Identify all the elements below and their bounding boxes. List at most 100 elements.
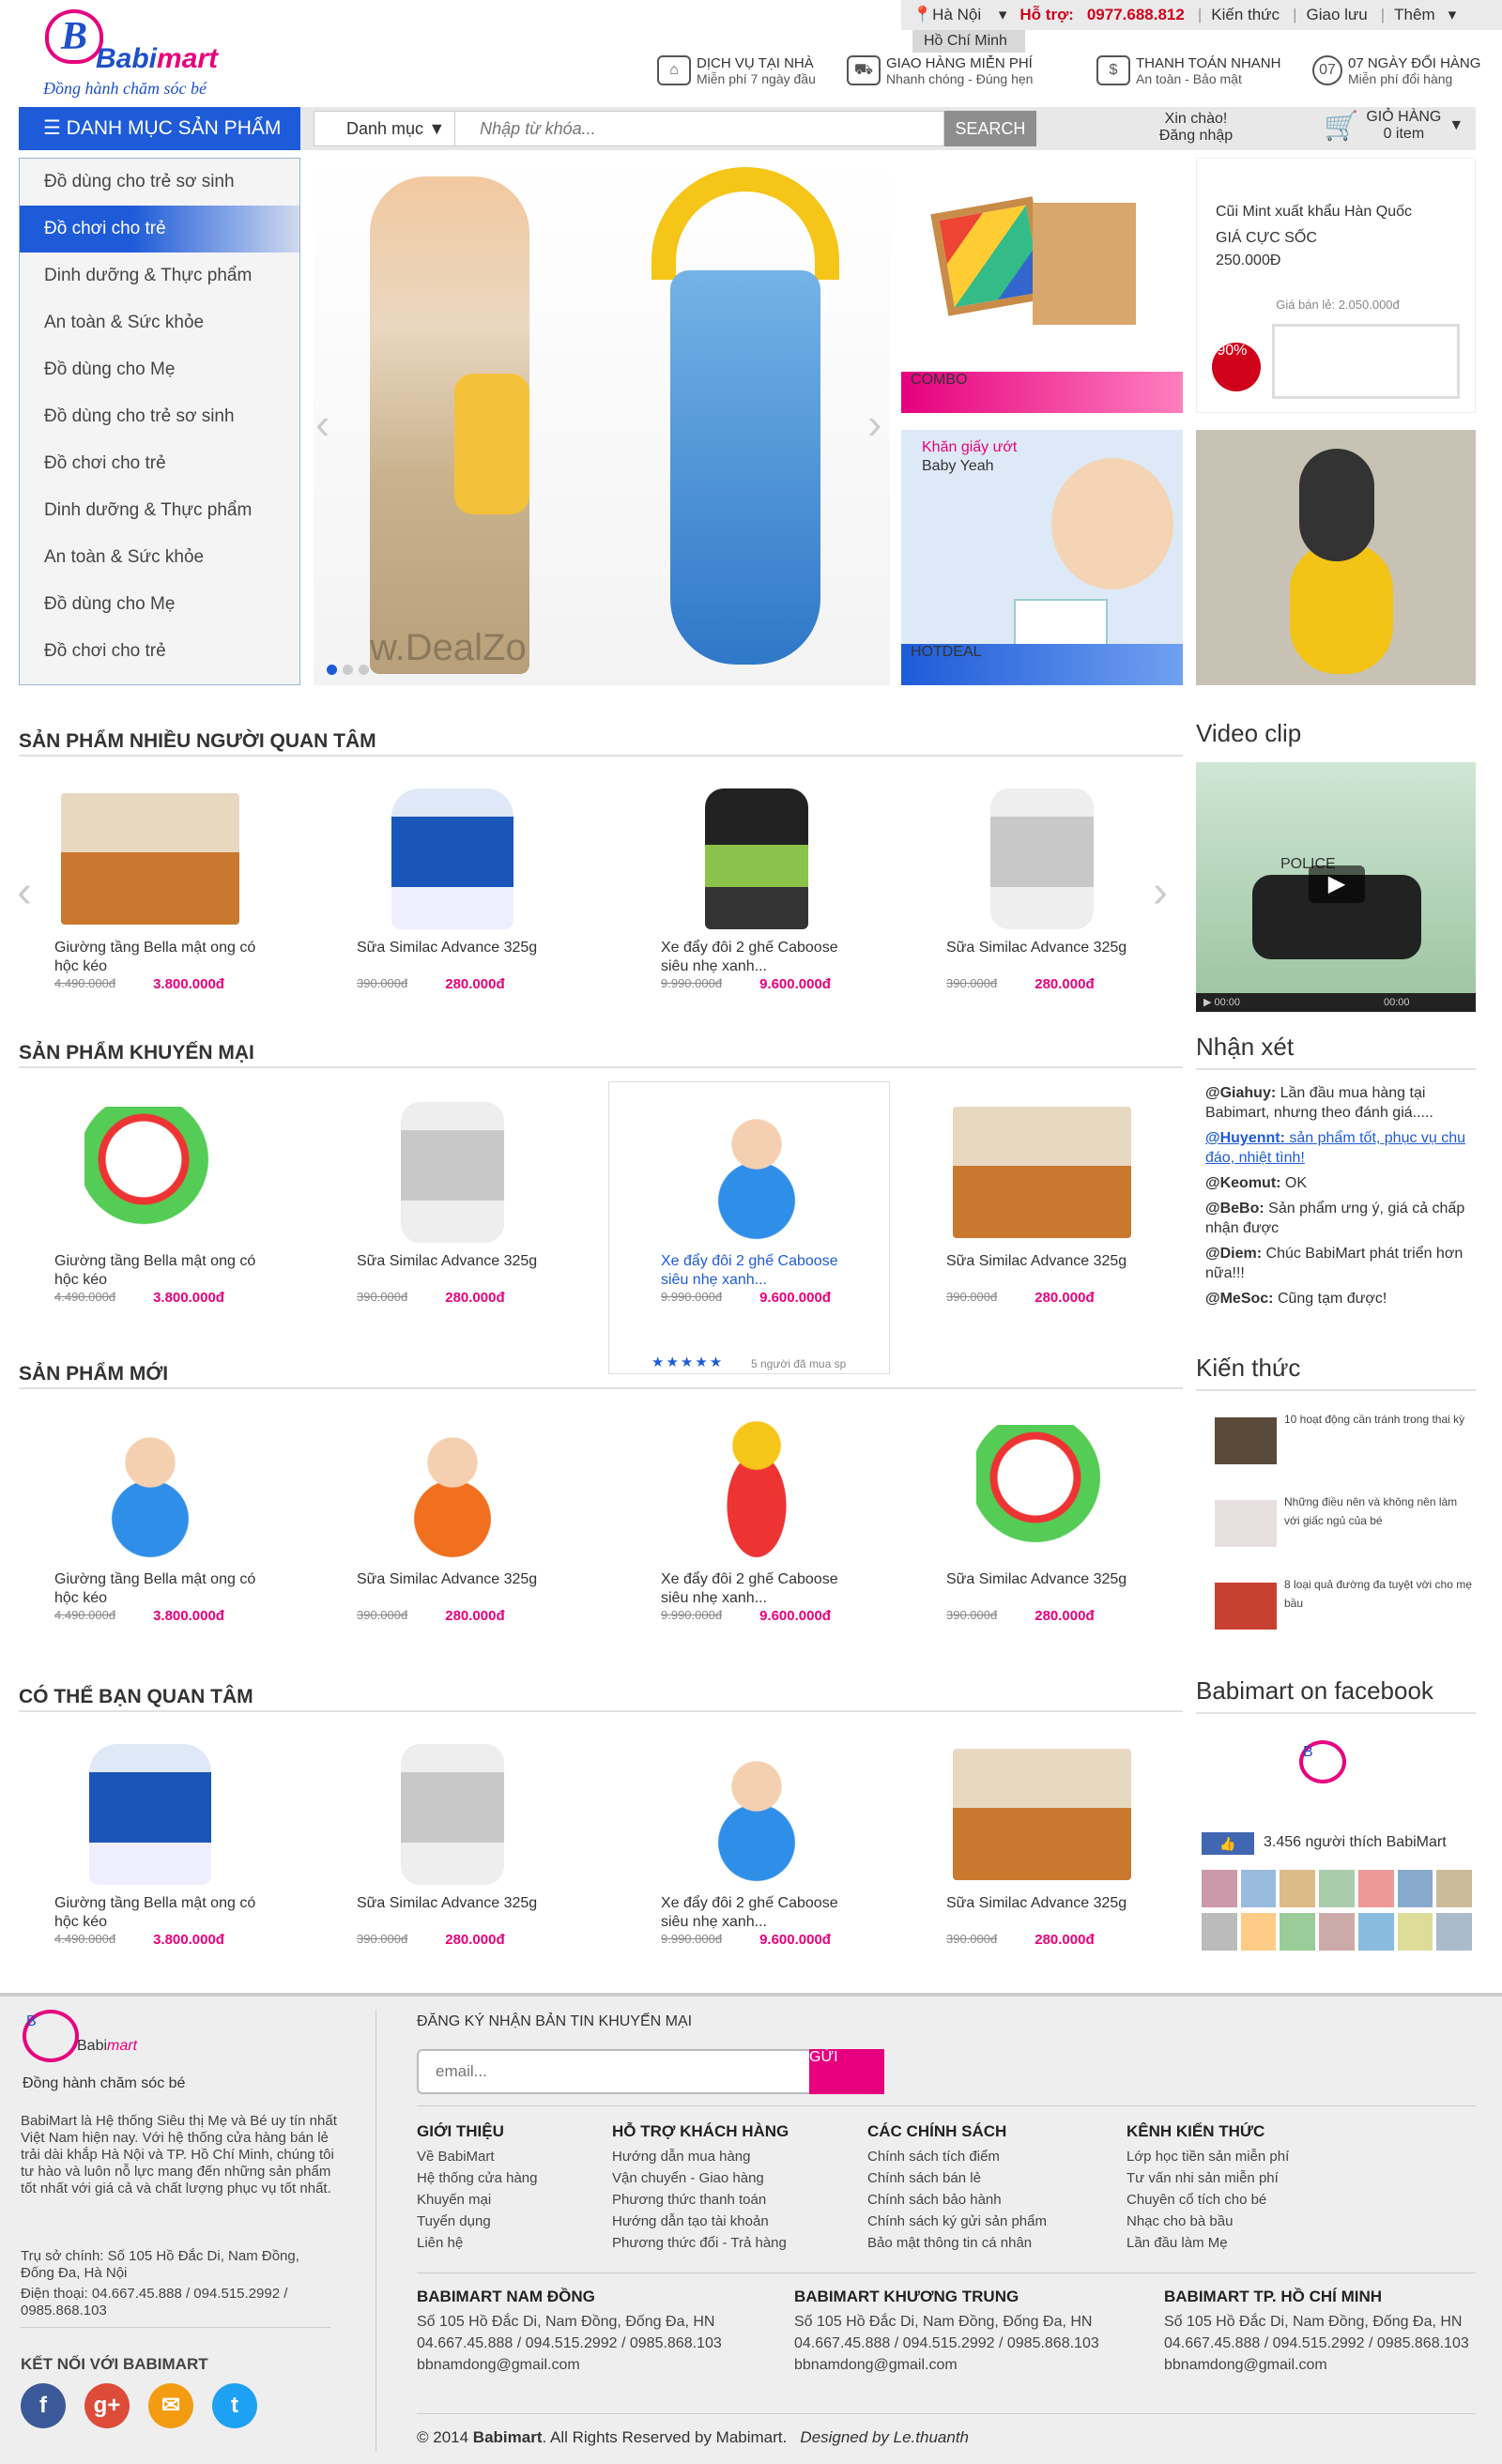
product-image[interactable]: [929, 1735, 1155, 1894]
footer-link[interactable]: Khuyến mại: [417, 2189, 537, 2211]
product-image[interactable]: [340, 1411, 565, 1570]
carousel-next-icon[interactable]: ›: [1153, 869, 1181, 916]
fan-avatar[interactable]: [1280, 1913, 1316, 1951]
slider-prev-icon[interactable]: ‹: [315, 398, 330, 449]
product-card[interactable]: Xe đẩy đôi 2 ghế Caboose siêu nhẹ xanh..…: [644, 1093, 869, 1306]
cart-button[interactable]: 🛒 GIỎ HÀNG 0 item ▼: [1324, 109, 1464, 143]
facebook-icon[interactable]: f: [21, 2383, 66, 2428]
product-card[interactable]: Giường tầng Bella mật ong có hộc kéo 4.49…: [38, 1411, 263, 1624]
backpack-banner[interactable]: [1196, 430, 1476, 685]
fan-avatar[interactable]: [1240, 1913, 1277, 1951]
product-image[interactable]: [644, 1735, 869, 1894]
store-email[interactable]: bbnamdong@gmail.com: [794, 2354, 1099, 2376]
support-phone[interactable]: 0977.688.812: [1087, 6, 1185, 24]
fan-avatar[interactable]: [1240, 1870, 1277, 1907]
product-image[interactable]: [644, 1411, 869, 1570]
product-name[interactable]: Sữa Similac Advance 325g: [340, 939, 565, 976]
knowledge-thumb[interactable]: [1215, 1583, 1277, 1630]
sidebar-item[interactable]: Đồ dùng cho trẻ sơ sinh: [20, 393, 299, 440]
product-image[interactable]: [644, 779, 869, 939]
login-link[interactable]: Xin chào! Đăng nhập: [1149, 111, 1243, 145]
product-card[interactable]: Sữa Similac Advance 325g 390.000đ 280.000đ: [929, 1411, 1155, 1624]
product-card[interactable]: Sữa Similac Advance 325g 390.000đ 280.000đ: [929, 779, 1155, 992]
main-slider[interactable]: w.DealZo ‹ ›: [314, 158, 890, 685]
slider-next-icon[interactable]: ›: [867, 398, 881, 449]
product-name[interactable]: Sữa Similac Advance 325g: [340, 1252, 565, 1290]
newsletter-email-input[interactable]: [417, 2049, 811, 2094]
footer-link[interactable]: Phương thức đổi - Trả hàng: [612, 2232, 789, 2254]
footer-link[interactable]: Chính sách bảo hành: [867, 2189, 1047, 2211]
product-card[interactable]: Sữa Similac Advance 325g 390.000đ 280.000đ: [340, 1093, 565, 1306]
footer-link[interactable]: Phương thức thanh toán: [612, 2189, 789, 2211]
product-name[interactable]: Giường tầng Bella mật ong có hộc kéo: [38, 1570, 263, 1608]
footer-link[interactable]: Chuyên cổ tích cho bé: [1126, 2189, 1289, 2211]
sidebar-item[interactable]: Đồ chơi cho trẻ: [20, 206, 299, 253]
footer-link[interactable]: Chính sách ký gửi sản phẩm: [867, 2211, 1047, 2232]
knowledge-thumb[interactable]: [1215, 1417, 1277, 1464]
product-name[interactable]: Sữa Similac Advance 325g: [929, 939, 1155, 976]
search-category-select[interactable]: Danh mục ▼: [314, 111, 456, 146]
comment-item[interactable]: @Huyennt: sản phẩm tốt, phục vụ chu đáo,…: [1205, 1128, 1476, 1168]
sidebar-item[interactable]: Đồ dùng cho Mẹ: [20, 581, 299, 628]
product-name[interactable]: Xe đẩy đôi 2 ghế Caboose siêu nhẹ xanh..…: [644, 939, 869, 976]
product-name[interactable]: Xe đẩy đôi 2 ghế Caboose siêu nhẹ xanh..…: [644, 1252, 869, 1290]
service-payment[interactable]: $ THANH TOÁN NHANH An toàn - Bảo mật: [1096, 49, 1280, 92]
city-select[interactable]: 📍Hà Nội ▾: [912, 6, 1006, 24]
product-name[interactable]: Giường tầng Bella mật ong có hộc kéo: [38, 1894, 263, 1932]
product-card[interactable]: Xe đẩy đôi 2 ghế Caboose siêu nhẹ xanh..…: [644, 1411, 869, 1624]
fan-avatar[interactable]: [1397, 1913, 1433, 1951]
link-more[interactable]: Thêm: [1394, 6, 1434, 24]
sidebar-item[interactable]: An toàn & Sức khỏe: [20, 299, 299, 346]
knowledge-link[interactable]: 10 hoạt động cần tránh trong thai kỳ: [1284, 1410, 1476, 1429]
product-card[interactable]: Giường tầng Bella mật ong có hộc kéo 4.49…: [38, 779, 263, 992]
footer-logo[interactable]: B Babimart Đồng hành chăm sóc bé: [19, 2010, 216, 2104]
service-delivery[interactable]: ⛟ GIAO HÀNG MIỄN PHÍ Nhanh chóng - Đúng hẹ…: [847, 49, 1033, 92]
footer-link[interactable]: Hướng dẫn tạo tài khoản: [612, 2211, 789, 2232]
product-name[interactable]: Sữa Similac Advance 325g: [929, 1894, 1155, 1932]
video-player[interactable]: POLICE ▶ ▶ 00:00 00:00: [1196, 762, 1476, 1012]
footer-link[interactable]: Lần đầu làm Mẹ: [1126, 2232, 1289, 2254]
sidebar-item[interactable]: An toàn & Sức khỏe: [20, 534, 299, 581]
footer-link[interactable]: Hệ thống cửa hàng: [417, 2167, 537, 2189]
product-card[interactable]: Sữa Similac Advance 325g 390.000đ 280.000đ: [929, 1093, 1155, 1306]
product-card[interactable]: Sữa Similac Advance 325g 390.000đ 280.000đ: [340, 1411, 565, 1624]
link-exchange[interactable]: Giao lưu: [1306, 6, 1367, 24]
product-image[interactable]: [929, 1411, 1155, 1570]
product-image[interactable]: [340, 1093, 565, 1252]
knowledge-link[interactable]: 8 loại quả đường đa tuyệt vời cho mẹ bầu: [1284, 1575, 1476, 1613]
fan-avatar[interactable]: [1357, 1913, 1394, 1951]
service-exchange[interactable]: 07 07 NGÀY ĐỔI HÀNG Miễn phí đổi hàng: [1312, 49, 1480, 92]
store-email[interactable]: bbnamdong@gmail.com: [417, 2354, 722, 2376]
product-image[interactable]: [38, 1735, 263, 1894]
combo-banner[interactable]: COMBO: [901, 158, 1183, 413]
product-name[interactable]: Sữa Similac Advance 325g: [340, 1894, 565, 1932]
product-name[interactable]: Xe đẩy đôi 2 ghế Caboose siêu nhẹ xanh..…: [644, 1894, 869, 1932]
footer-link[interactable]: Nhạc cho bà bầu: [1126, 2211, 1289, 2232]
fan-avatar[interactable]: [1397, 1870, 1433, 1907]
fan-avatar[interactable]: [1280, 1870, 1316, 1907]
sidebar-item[interactable]: Đồ chơi cho trẻ: [20, 440, 299, 487]
product-card[interactable]: Xe đẩy đôi 2 ghế Caboose siêu nhẹ xanh..…: [644, 1735, 869, 1948]
fan-avatar[interactable]: [1436, 1870, 1472, 1907]
product-card[interactable]: Xe đẩy đôi 2 ghế Caboose siêu nhẹ xanh..…: [644, 779, 869, 992]
comment-item[interactable]: @Giahuy: Lần đầu mua hàng tại Babimart, …: [1205, 1083, 1476, 1123]
sidebar-item[interactable]: Dinh dưỡng & Thực phẩm: [20, 253, 299, 299]
knowledge-link[interactable]: Những điều nên và không nên làm với giấc…: [1284, 1492, 1476, 1530]
product-name[interactable]: Sữa Similac Advance 325g: [929, 1252, 1155, 1290]
comment-item[interactable]: @Keomut: OK: [1205, 1173, 1476, 1193]
product-name[interactable]: Giường tầng Bella mật ong có hộc kéo: [38, 1252, 263, 1290]
search-button[interactable]: SEARCH: [943, 111, 1036, 146]
footer-link[interactable]: Chính sách bán lẻ: [867, 2167, 1047, 2189]
fan-avatar[interactable]: [1319, 1913, 1355, 1951]
footer-link[interactable]: Tuyển dụng: [417, 2211, 537, 2232]
hotdeal-banner[interactable]: Khăn giấy ướt Baby Yeah HOTDEAL: [901, 430, 1183, 685]
promo-banner[interactable]: Cũi Mint xuất khẩu Hàn Quốc GIÁ CỰC SỐC …: [1196, 158, 1476, 413]
product-card[interactable]: Sữa Similac Advance 325g 390.000đ 280.000đ: [929, 1735, 1155, 1948]
footer-link[interactable]: Về BabiMart: [417, 2146, 537, 2167]
product-image[interactable]: [340, 1735, 565, 1894]
fan-avatar[interactable]: [1319, 1870, 1355, 1907]
product-image[interactable]: [340, 779, 565, 939]
category-menu-button[interactable]: ☰ DANH MỤC SẢN PHẨM: [19, 107, 300, 150]
knowledge-thumb[interactable]: [1215, 1500, 1277, 1547]
footer-link[interactable]: Bảo mật thông tin cá nhân: [867, 2232, 1047, 2254]
